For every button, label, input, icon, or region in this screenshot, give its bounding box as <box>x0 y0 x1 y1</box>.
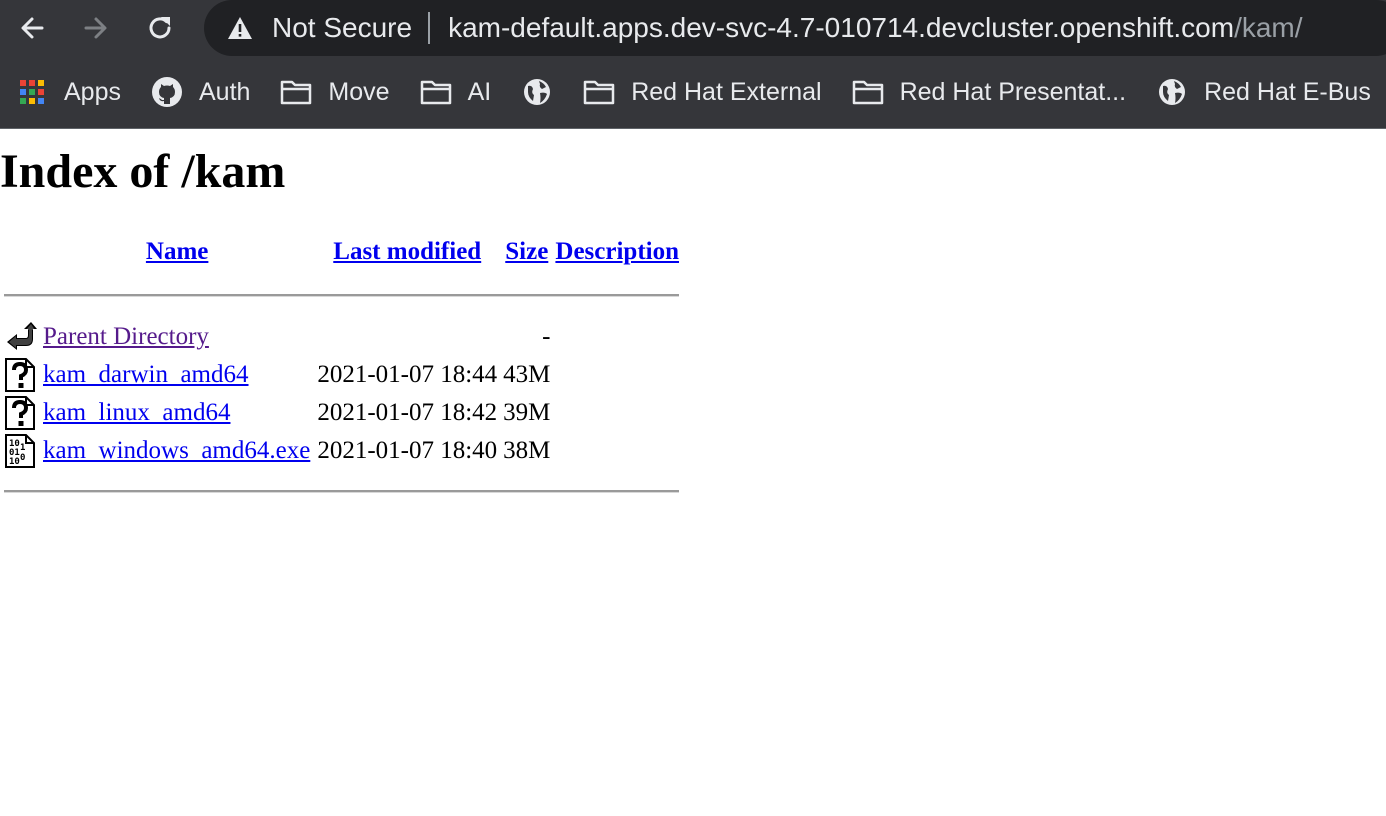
header-description: Description <box>555 231 679 273</box>
apps-grid-icon <box>16 76 48 108</box>
bookmark-auth[interactable]: Auth <box>135 68 264 116</box>
folder-icon <box>420 76 452 108</box>
bookmark-red-hat-presentations[interactable]: Red Hat Presentat... <box>836 68 1141 116</box>
back-button[interactable] <box>12 8 52 48</box>
github-icon <box>151 76 183 108</box>
bookmark-label: Red Hat External <box>631 77 822 106</box>
entry-size-cell: 39M <box>503 399 551 426</box>
security-label[interactable]: Not Secure <box>272 12 412 44</box>
sort-by-name-link[interactable]: Name <box>146 238 208 265</box>
warning-triangle-icon[interactable] <box>226 14 254 42</box>
arrow-left-icon <box>21 17 44 39</box>
bookmark-apps[interactable]: Apps <box>0 68 135 116</box>
forward-button[interactable] <box>76 8 116 48</box>
bookmark-red-hat-external[interactable]: Red Hat External <box>567 68 835 116</box>
browser-chrome: Not Secure kam-default.apps.dev-svc-4.7-… <box>0 0 1386 129</box>
page-content: Index of /kam Name Last modified Size De… <box>0 145 1386 515</box>
folder-icon <box>852 76 884 108</box>
sort-by-size-link[interactable]: Size <box>505 238 548 265</box>
bookmark-label: Move <box>328 77 390 106</box>
entry-name-cell: kam_darwin_amd64 <box>42 357 312 393</box>
url-host[interactable]: kam-default.apps.dev-svc-4.7-010714.devc… <box>448 12 1234 44</box>
bookmarks-bar: Apps Auth Move AI Red Hat External Red H… <box>0 56 1386 128</box>
table-row: kam_darwin_amd64 2021-01-07 18:44 43M <box>4 357 679 393</box>
entry-description-cell <box>555 319 679 355</box>
file-link-windows[interactable]: kam_windows_amd64.exe <box>43 437 310 464</box>
bookmark-label: Apps <box>64 77 121 106</box>
header-last-modified: Last modified <box>316 231 498 273</box>
folder-icon <box>583 76 615 108</box>
bottom-rule <box>4 489 680 493</box>
address-bar[interactable]: Not Secure kam-default.apps.dev-svc-4.7-… <box>204 0 1386 56</box>
omnibox-divider <box>428 12 431 44</box>
unknown-file-icon <box>4 395 38 431</box>
entry-size-cell: - <box>542 323 551 350</box>
entry-modified-cell <box>316 319 498 355</box>
entry-description-cell <box>555 395 679 431</box>
bookmark-label: Red Hat E-Bus <box>1204 77 1371 106</box>
svg-text:0: 0 <box>20 453 25 463</box>
unknown-file-icon <box>4 357 38 393</box>
back-arrow-icon <box>4 319 38 355</box>
browser-toolbar: Not Secure kam-default.apps.dev-svc-4.7-… <box>0 0 1386 56</box>
sort-by-description-link[interactable]: Description <box>555 238 679 265</box>
entry-name-cell: kam_linux_amd64 <box>42 395 312 431</box>
url-path[interactable]: /kam/ <box>1234 12 1302 44</box>
entry-modified-cell: 2021-01-07 18:44 <box>317 361 498 388</box>
bookmark-ai[interactable]: AI <box>404 68 506 116</box>
file-link-darwin[interactable]: kam_darwin_amd64 <box>43 361 249 388</box>
binary-file-icon: 10 01 10 1 0 <box>4 433 38 469</box>
table-row: kam_linux_amd64 2021-01-07 18:42 39M <box>4 395 679 431</box>
header-icon-cell <box>4 231 38 273</box>
svg-text:10: 10 <box>9 457 20 467</box>
globe-icon <box>1156 76 1188 108</box>
directory-listing: Name Last modified Size Description Pare… <box>0 229 683 515</box>
globe-icon <box>521 76 553 108</box>
header-name: Name <box>42 231 312 273</box>
folder-icon <box>280 76 312 108</box>
arrow-right-icon <box>84 17 107 39</box>
entry-description-cell <box>555 433 679 469</box>
top-rule <box>4 293 680 297</box>
page-title: Index of /kam <box>0 145 286 198</box>
entry-size-cell: 43M <box>503 361 551 388</box>
bookmark-globe[interactable] <box>505 68 567 116</box>
entry-name-cell: Parent Directory <box>42 319 312 355</box>
table-header-row: Name Last modified Size Description <box>4 231 679 273</box>
entry-modified-cell: 2021-01-07 18:42 <box>317 399 498 426</box>
parent-directory-link[interactable]: Parent Directory <box>43 323 209 350</box>
header-size: Size <box>502 231 551 273</box>
svg-text:1: 1 <box>20 443 25 453</box>
separator-row <box>4 471 680 513</box>
sort-by-modified-link[interactable]: Last modified <box>333 238 481 265</box>
reload-button[interactable] <box>140 8 180 48</box>
bookmark-red-hat-e-business[interactable]: Red Hat E-Bus <box>1140 68 1385 116</box>
entry-description-cell <box>555 357 679 393</box>
entry-name-cell: kam_windows_amd64.exe <box>42 433 312 469</box>
chrome-divider <box>0 128 1386 129</box>
separator-row <box>4 275 680 317</box>
reload-icon <box>149 17 171 39</box>
entry-size-cell: 38M <box>503 437 551 464</box>
bookmark-move[interactable]: Move <box>264 68 403 116</box>
file-link-linux[interactable]: kam_linux_amd64 <box>43 399 230 426</box>
bookmark-label: Auth <box>198 77 251 106</box>
bookmark-label: Red Hat Presentat... <box>899 77 1127 106</box>
table-row: 10 01 10 1 0 kam_windows_amd64.exe 2021-… <box>4 433 679 469</box>
entry-modified-cell: 2021-01-07 18:40 <box>317 437 498 464</box>
bookmark-label: AI <box>467 77 492 106</box>
table-row: Parent Directory - <box>4 319 679 355</box>
